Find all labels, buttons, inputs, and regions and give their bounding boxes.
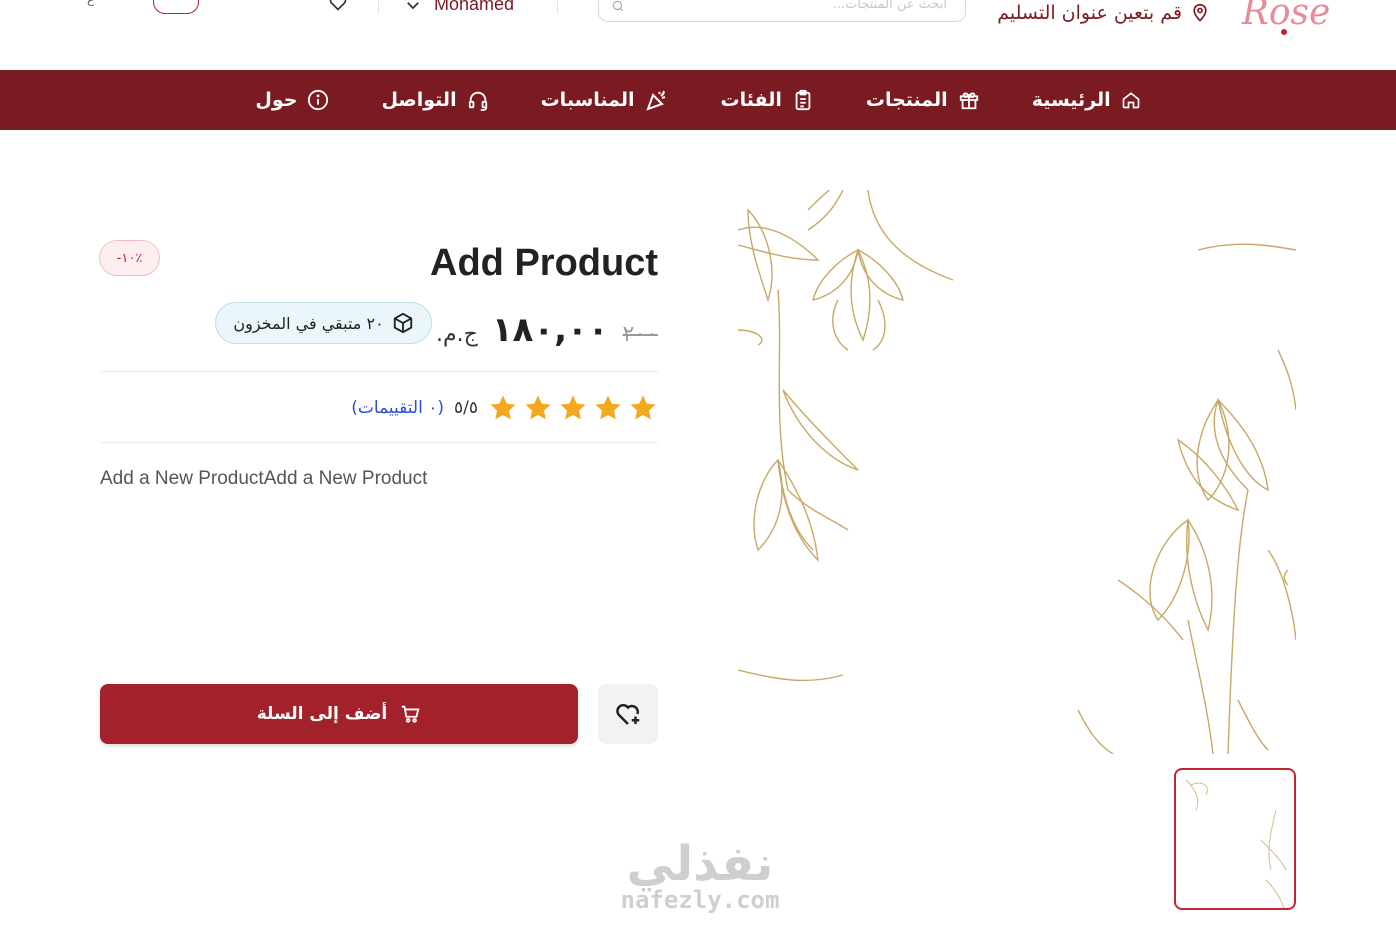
star-icon [525, 395, 551, 420]
add-to-cart-button[interactable]: أضف إلى السلة [100, 684, 578, 744]
star-icon [630, 395, 656, 420]
product-thumbnail[interactable] [1174, 768, 1296, 910]
divider [378, 0, 379, 14]
home-icon [1122, 92, 1139, 109]
rating-stars [488, 393, 658, 423]
stock-badge: ٢٠ متبقي في المخزون [215, 302, 432, 344]
watermark-latin: nafezly.com [620, 886, 780, 914]
star-icon [490, 395, 516, 420]
nav-item-about[interactable]: حول [255, 89, 329, 111]
package-icon [393, 312, 412, 334]
current-price: ١٨٠,٠٠ [491, 310, 609, 350]
divider [100, 442, 658, 443]
nav-item-occasions[interactable]: المناسبات [541, 88, 669, 112]
search-placeholder: ابحث عن المنتجات... [832, 0, 947, 12]
divider [557, 0, 558, 14]
nav-label: التواصل [381, 89, 457, 111]
nav-item-home[interactable]: الرئيسية [1032, 89, 1141, 111]
discount-badge: -١٠٪ [99, 240, 160, 276]
headset-icon [468, 91, 487, 111]
nav-item-categories[interactable]: الفئات [721, 89, 814, 111]
rating-score: ٥/٥ [454, 398, 478, 418]
currency: ج.م. [436, 322, 478, 347]
svg-text:Rose: Rose [1241, 0, 1331, 33]
nav-label: حول [255, 89, 298, 111]
divider [100, 371, 658, 372]
nav-label: الفئات [720, 89, 782, 111]
nav-label: المنتجات [865, 89, 948, 111]
grid-icon[interactable] [278, 0, 302, 12]
heart-plus-icon [616, 703, 640, 725]
old-price: ٢٠٠ [622, 322, 658, 347]
rose-logo[interactable]: Rose [1236, 0, 1336, 38]
user-icon[interactable] [232, 0, 246, 6]
user-name: Mohamed [434, 0, 515, 14]
clipboard-list-icon [795, 89, 811, 111]
watermark: نفذلي nafezly.com [600, 836, 800, 914]
top-header: Rose قم بتعين عنوان التسليم ابحث عن المن… [0, 0, 1396, 70]
stock-label: ٢٠ متبقي في المخزون [233, 313, 384, 333]
product-title: Add Product [430, 242, 658, 284]
map-pin-icon [1193, 3, 1207, 22]
search-input[interactable]: ابحث عن المنتجات... [598, 0, 966, 22]
star-icon [595, 395, 621, 420]
user-menu[interactable]: Mohamed [404, 0, 514, 15]
nav-label: المناسبات [540, 89, 635, 111]
cart-button[interactable] [153, 0, 199, 14]
nav-label: الرئيسية [1031, 89, 1111, 111]
language-switch[interactable]: ع [87, 0, 94, 6]
star-icon [560, 395, 586, 420]
add-to-cart-label: أضف إلى السلة [256, 704, 388, 724]
heart-icon[interactable] [328, 0, 348, 12]
party-popper-icon [645, 90, 665, 111]
nav-item-products[interactable]: المنتجات [866, 89, 980, 111]
price-box: ٢٠٠ ١٨٠,٠٠ ج.م. [436, 310, 658, 354]
delivery-address[interactable]: قم بتعين عنوان التسليم [997, 0, 1210, 26]
rating-row: ٥/٥ (٠ التقييمات) [300, 392, 658, 424]
shopping-cart-icon [402, 705, 420, 723]
delivery-label: قم بتعين عنوان التسليم [997, 2, 1182, 24]
add-to-wishlist-button[interactable] [598, 684, 658, 744]
product-description: Add a New ProductAdd a New Product [100, 468, 428, 489]
nav-item-contact[interactable]: التواصل [381, 89, 488, 111]
watermark-arabic: نفذلي [626, 836, 774, 892]
chevron-down-icon [407, 1, 419, 9]
nav-list: الرئيسية المنتجات الفئات المناسبات التوا… [255, 70, 1139, 130]
product-main-image[interactable] [738, 190, 1296, 754]
main-nav: الرئيسية المنتجات الفئات المناسبات التوا… [0, 70, 1396, 130]
reviews-link[interactable]: (٠ التقييمات) [351, 398, 444, 418]
search-icon [612, 0, 624, 12]
info-icon [308, 89, 329, 111]
gift-icon [959, 92, 978, 110]
